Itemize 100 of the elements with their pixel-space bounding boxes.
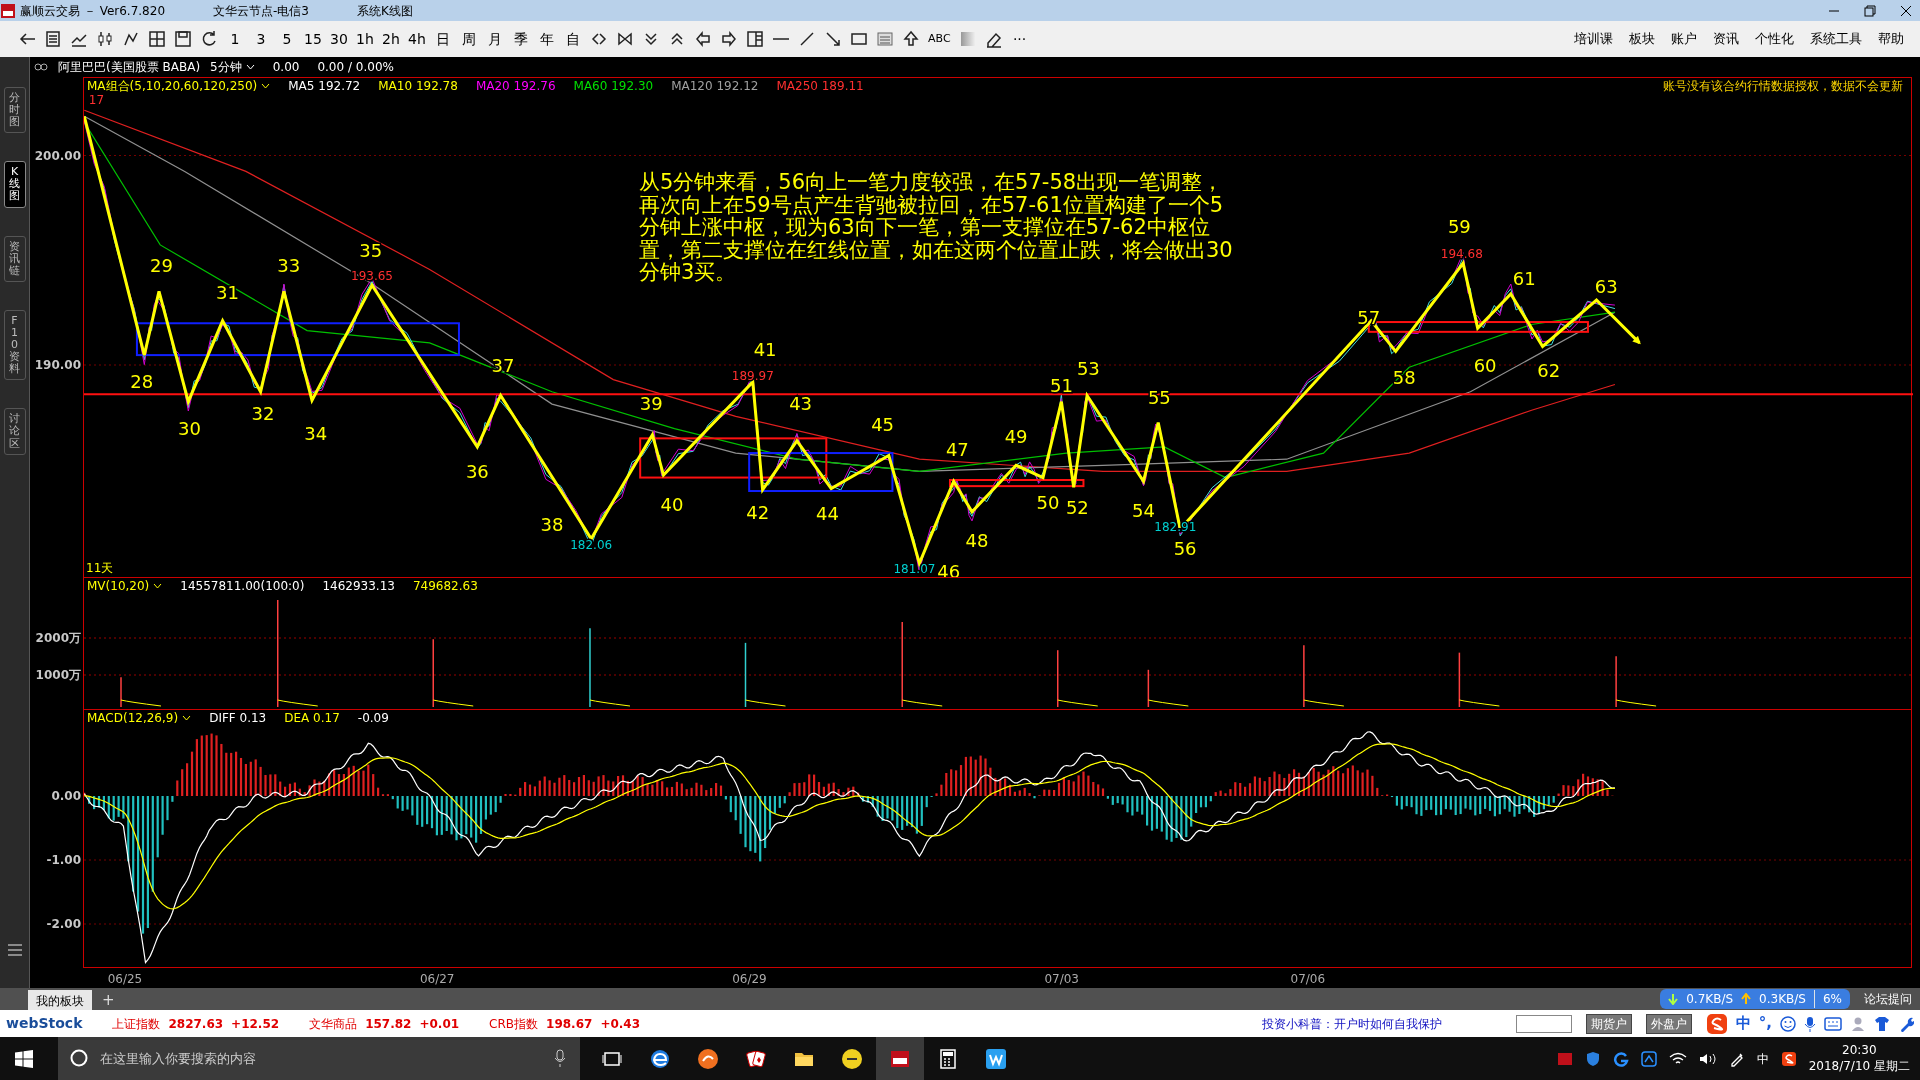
news-link[interactable]: 投资小科普：开户时如何自我保护: [1261, 1014, 1442, 1033]
horizontal-line-icon: [773, 38, 789, 40]
wave-number-label: 45: [871, 414, 895, 435]
wave-number-label: 41: [753, 339, 777, 361]
wave-number-label: 38: [540, 514, 564, 536]
menu-item[interactable]: 账户: [1663, 29, 1705, 49]
side-tab[interactable]: F10资料: [3, 309, 26, 381]
microphone-icon[interactable]: [554, 1049, 566, 1067]
date-label: 06/27: [419, 971, 455, 988]
indicator-value: DIFF 0.13: [209, 710, 267, 727]
caret-icon[interactable]: [153, 583, 163, 589]
period-dropdown[interactable]: 5分钟: [210, 58, 255, 76]
wave-number-label: 43: [789, 393, 813, 415]
side-tab[interactable]: 讨论区: [3, 408, 26, 455]
volume-icon[interactable]: [1698, 1051, 1717, 1066]
eraser-icon: [984, 30, 1003, 48]
forum-link[interactable]: 论坛提问: [1856, 990, 1920, 1008]
period-button[interactable]: 4h: [404, 25, 430, 53]
menu-item[interactable]: 培训课: [1566, 29, 1621, 49]
g-logo-icon[interactable]: [1612, 1050, 1629, 1067]
download-speed: 0.7KB/S: [1686, 991, 1734, 1008]
period-button[interactable]: 2h: [378, 25, 404, 53]
shield-icon[interactable]: [1584, 1050, 1601, 1067]
wave-number-label: 39: [639, 393, 663, 415]
date-label: 06/25: [107, 971, 143, 988]
text-tool-button[interactable]: ABC: [924, 25, 955, 53]
panel-icon: [746, 30, 764, 48]
keyboard-icon[interactable]: [1824, 1016, 1842, 1031]
smiley-icon[interactable]: [1780, 1015, 1796, 1032]
add-tab-button[interactable]: +: [98, 990, 119, 1010]
period-button[interactable]: 1h: [352, 25, 378, 53]
text-box-icon: [876, 30, 894, 48]
period-button[interactable]: 月: [482, 25, 508, 53]
period-button[interactable]: 3: [248, 25, 274, 53]
diagonal-line-icon: [798, 30, 816, 48]
wave-number-label: 32: [251, 403, 275, 424]
account-type-button[interactable]: 外盘户: [1645, 1013, 1692, 1034]
indicator-name[interactable]: MV(10,20): [87, 577, 150, 595]
axis-label: -2.00: [46, 916, 81, 933]
wave-number-label: 59: [1447, 215, 1471, 237]
input-language[interactable]: 中: [1756, 1049, 1769, 1068]
restore-icon[interactable]: [1864, 4, 1876, 17]
volume-average-line: [1458, 699, 1500, 707]
side-tab[interactable]: K线图: [3, 161, 26, 208]
period-button[interactable]: 周: [456, 25, 482, 53]
indicator-name[interactable]: MACD(12,26,9): [87, 709, 179, 727]
period-button[interactable]: 15: [300, 25, 326, 53]
period-button[interactable]: 30: [326, 25, 352, 53]
menu-item[interactable]: 个性化: [1747, 29, 1802, 49]
period-button[interactable]: 年: [534, 25, 560, 53]
menu-item[interactable]: 资讯: [1705, 29, 1747, 49]
price-change: 0.00 / 0.00%: [317, 59, 394, 76]
wave-number-label: 33: [277, 254, 301, 276]
wave-number-label: 37: [491, 355, 515, 377]
board-tab[interactable]: 我的板块: [28, 990, 92, 1010]
wave-number-label: 51: [1049, 374, 1073, 396]
clock-time[interactable]: 20:30: [1842, 1042, 1877, 1059]
period-button[interactable]: 日: [430, 25, 456, 53]
wave-number-label: 34: [304, 422, 328, 444]
side-tab[interactable]: 分时图: [3, 87, 26, 134]
ime-punctuation[interactable]: °,: [1758, 1012, 1772, 1035]
shirt-icon[interactable]: [1874, 1015, 1890, 1032]
ime-tray-icon[interactable]: [1780, 1050, 1797, 1067]
more-button[interactable]: ···: [1006, 25, 1033, 53]
indicator-value: -0.09: [357, 710, 389, 727]
windows-logo-icon: [15, 1049, 33, 1068]
arrow-right-icon: [720, 30, 738, 48]
period-label: 5分钟: [210, 59, 242, 76]
taskbar-app-button[interactable]: [876, 1037, 924, 1080]
ime-mode[interactable]: 中: [1735, 1012, 1751, 1035]
trading-app-tray-icon[interactable]: [1556, 1050, 1573, 1067]
menu-item[interactable]: 帮助: [1870, 29, 1912, 49]
period-button[interactable]: 5: [274, 25, 300, 53]
arrow-down-right-icon: [824, 30, 842, 48]
wave-number-label: 48: [965, 530, 989, 552]
caret-icon[interactable]: [261, 83, 271, 89]
period-button[interactable]: 1: [222, 25, 248, 53]
side-tab[interactable]: 资讯链: [3, 235, 26, 282]
indicator-value: MA250 189.11: [776, 78, 864, 95]
account-type-button[interactable]: 期货户: [1585, 1013, 1632, 1034]
period-button[interactable]: 季: [508, 25, 534, 53]
volume-average-line: [1615, 699, 1657, 707]
date-label: 07/03: [1044, 971, 1079, 988]
menu-item[interactable]: 板块: [1621, 29, 1663, 49]
axis-label: -1.00: [46, 852, 81, 869]
menu-item[interactable]: 系统工具: [1802, 29, 1870, 49]
clock-date[interactable]: 2018/7/10 星期二: [1808, 1058, 1910, 1075]
microphone-icon[interactable]: [1804, 1015, 1816, 1032]
draw-icon: [122, 30, 140, 48]
wifi-icon[interactable]: [1668, 1051, 1687, 1066]
indicator-name[interactable]: MA组合(5,10,20,60,120,250): [87, 77, 258, 95]
period-button[interactable]: 自: [560, 25, 586, 53]
axis-label: 200.00: [34, 147, 81, 165]
wrench-icon[interactable]: [1898, 1015, 1914, 1032]
account-input[interactable]: [1515, 1014, 1572, 1033]
close-icon[interactable]: [1900, 4, 1912, 17]
taskbar-search-field[interactable]: 在这里输入你要搜索的内容: [58, 1037, 580, 1080]
caret-icon[interactable]: [182, 715, 192, 721]
price-label: 17: [88, 94, 105, 107]
ime-logo-icon[interactable]: [1705, 1012, 1728, 1035]
